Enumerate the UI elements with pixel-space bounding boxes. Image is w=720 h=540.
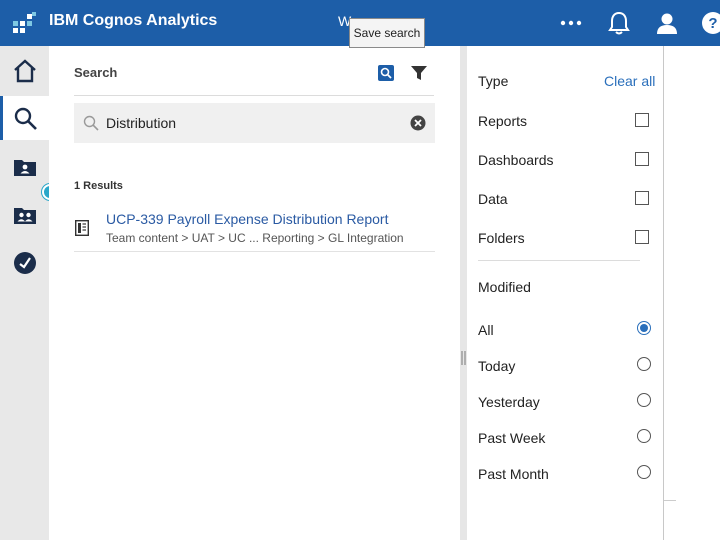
rail-home[interactable] — [0, 48, 49, 92]
search-icon — [14, 107, 37, 130]
checkbox-data[interactable] — [635, 191, 649, 205]
rail-team-content[interactable] — [0, 192, 49, 236]
content-divider — [664, 500, 676, 501]
search-input[interactable] — [106, 113, 396, 133]
results-count: 1 Results — [74, 180, 123, 192]
left-rail — [0, 46, 58, 540]
my-content-icon — [14, 160, 36, 176]
modified-label-yesterday: Yesterday — [478, 394, 540, 410]
bell-icon[interactable] — [606, 10, 632, 36]
type-label-data: Data — [478, 191, 508, 207]
search-box[interactable] — [74, 103, 435, 143]
modified-label-past-month: Past Month — [478, 466, 549, 482]
save-search-tooltip: Save search — [349, 18, 425, 48]
save-search-icon[interactable] — [377, 64, 395, 82]
filter-panel: Type Clear all Reports Dashboards Data F… — [467, 46, 664, 540]
checkbox-dashboards[interactable] — [635, 152, 649, 166]
panel-divider — [74, 95, 434, 96]
filter-divider — [478, 260, 640, 261]
type-label-reports: Reports — [478, 113, 528, 129]
result-title-link[interactable]: UCP-339 Payroll Expense Distribution Rep… — [106, 211, 388, 227]
app-title: IBM Cognos Analytics — [49, 12, 218, 29]
checkbox-reports[interactable] — [635, 113, 649, 127]
filter-icon[interactable] — [409, 63, 429, 83]
modified-label-all: All — [478, 322, 494, 338]
radio-today[interactable] — [637, 357, 651, 371]
rail-recent[interactable] — [0, 240, 49, 284]
panel-splitter[interactable] — [460, 46, 467, 540]
radio-past-month[interactable] — [637, 465, 651, 479]
drag-handle-icon[interactable] — [461, 351, 466, 365]
radio-all[interactable] — [637, 321, 651, 335]
recent-icon — [14, 252, 36, 274]
type-heading: Type — [478, 73, 509, 89]
modified-heading: Modified — [478, 279, 531, 295]
type-label-dashboards: Dashboards — [478, 152, 554, 168]
clear-all-link[interactable]: Clear all — [604, 73, 655, 89]
help-glyph: ? — [708, 15, 717, 32]
modified-label-past-week: Past Week — [478, 430, 546, 446]
search-panel: Search 1 Results UCP-339 Payroll Expense… — [49, 46, 460, 540]
modified-label-today: Today — [478, 358, 516, 374]
clear-search-icon[interactable] — [410, 115, 426, 131]
content-area — [664, 46, 720, 540]
type-label-folders: Folders — [478, 230, 525, 246]
user-icon[interactable] — [654, 10, 680, 36]
report-icon — [75, 220, 89, 236]
home-icon — [14, 59, 36, 83]
help-icon[interactable]: ? — [700, 10, 720, 36]
search-field-icon — [83, 115, 99, 131]
rail-my-content[interactable] — [0, 144, 49, 188]
more-icon[interactable] — [558, 10, 584, 36]
panel-title: Search — [74, 65, 118, 80]
checkbox-folders[interactable] — [635, 230, 649, 244]
team-content-icon — [14, 208, 36, 224]
app-grid-icon[interactable] — [13, 12, 37, 34]
result-path: Team content > UAT > UC ... Reporting > … — [106, 231, 404, 245]
rail-search[interactable] — [0, 96, 49, 140]
radio-yesterday[interactable] — [637, 393, 651, 407]
result-item[interactable]: UCP-339 Payroll Expense Distribution Rep… — [74, 206, 435, 252]
radio-past-week[interactable] — [637, 429, 651, 443]
